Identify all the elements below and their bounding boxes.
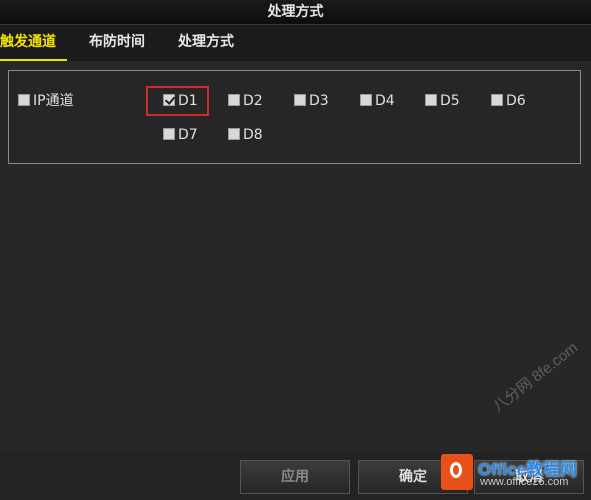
channel-label: D6 [506, 93, 526, 109]
ip-channel-checkbox[interactable]: IP通道 [18, 92, 74, 110]
channel-label: D3 [309, 93, 329, 109]
tab-handling-method[interactable]: 处理方式 [178, 25, 234, 59]
tab-arming-schedule[interactable]: 布防时间 [89, 25, 145, 59]
checkbox-icon [491, 94, 503, 106]
checkbox-icon [425, 94, 437, 106]
checkbox-icon [228, 94, 240, 106]
channel-label: D8 [243, 127, 263, 143]
tab-trigger-channel[interactable]: 触发通道 [0, 25, 67, 61]
channel-checkbox-d7[interactable]: D7 [163, 126, 198, 144]
channel-checkbox-d1[interactable]: D1 [163, 92, 198, 110]
channel-checkbox-d3[interactable]: D3 [294, 92, 329, 110]
checkbox-icon [163, 128, 175, 140]
watermark-url: www.office26.com [480, 476, 569, 488]
channel-label: D7 [178, 127, 198, 143]
channel-checkbox-d6[interactable]: D6 [491, 92, 526, 110]
dialog-title: 处理方式 [0, 0, 591, 25]
checkbox-icon [294, 94, 306, 106]
channel-checkbox-d4[interactable]: D4 [360, 92, 395, 110]
channel-panel [8, 70, 581, 164]
checkbox-checked-icon [163, 94, 175, 106]
channel-label: D5 [440, 93, 460, 109]
channel-label: D4 [375, 93, 395, 109]
checkbox-icon [360, 94, 372, 106]
channel-label: D2 [243, 93, 263, 109]
apply-button[interactable]: 应用 [240, 460, 350, 494]
dialog-window: 处理方式 触发通道 布防时间 处理方式 IP通道 D1 D2 D3 D4 D5 … [0, 0, 591, 500]
checkbox-icon [228, 128, 240, 140]
watermark-diagonal: 八分网 8fe.com [489, 339, 582, 416]
channel-checkbox-d8[interactable]: D8 [228, 126, 263, 144]
ip-channel-label: IP通道 [33, 93, 74, 109]
channel-checkbox-d5[interactable]: D5 [425, 92, 460, 110]
channel-label: D1 [178, 93, 198, 109]
office-logo-icon [441, 454, 473, 490]
checkbox-icon [18, 94, 30, 106]
channel-checkbox-d2[interactable]: D2 [228, 92, 263, 110]
tab-bar: 触发通道 布防时间 处理方式 [0, 25, 591, 61]
